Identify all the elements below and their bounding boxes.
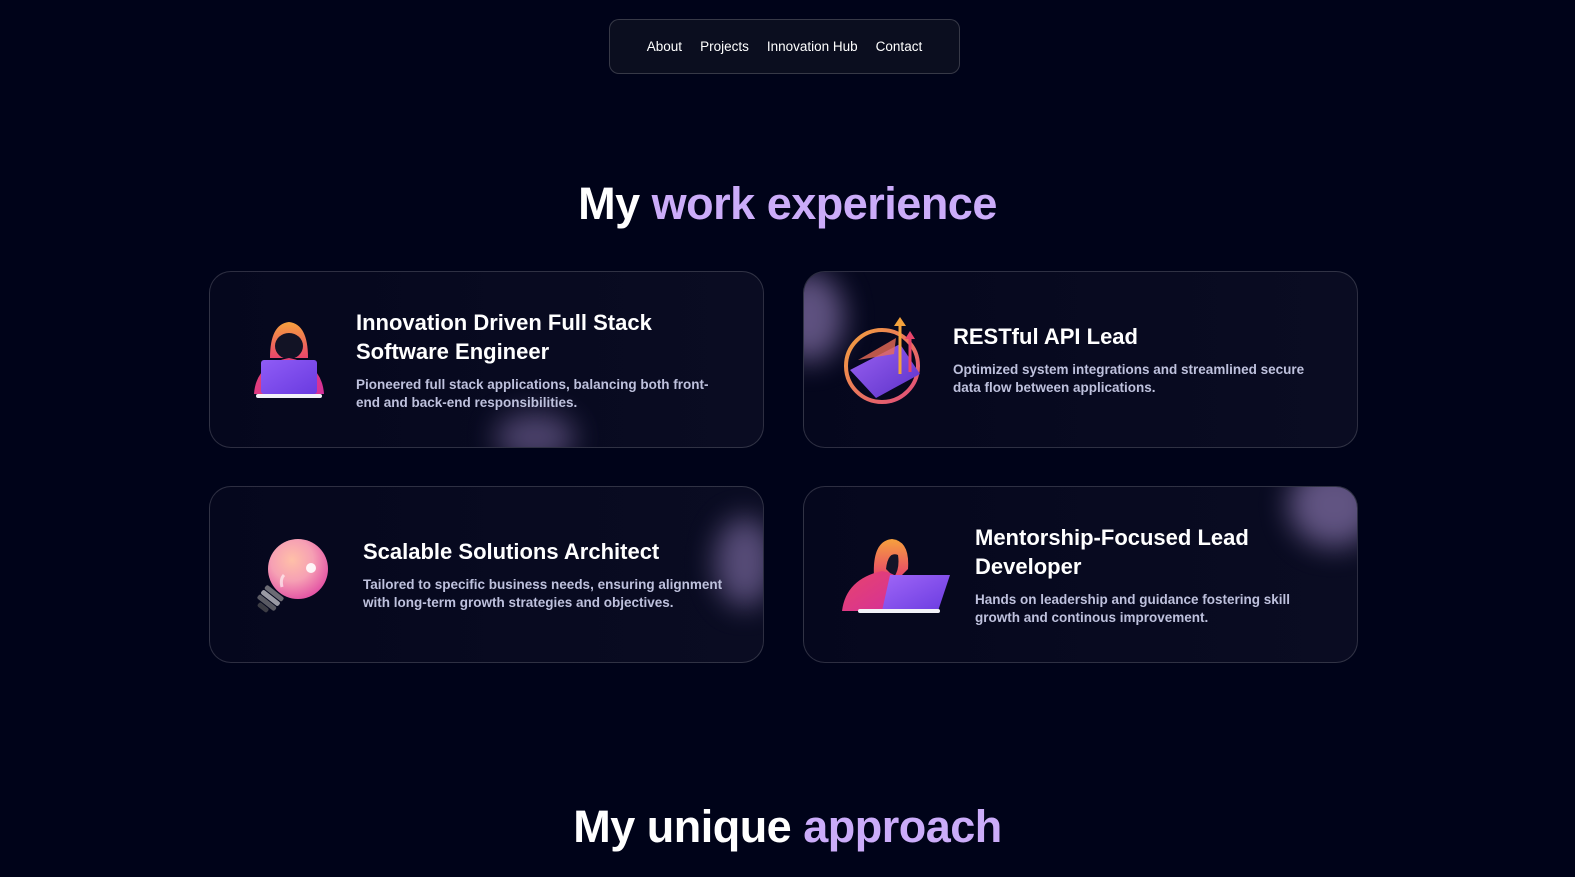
card-title: Innovation Driven Full Stack Software En… — [356, 310, 652, 364]
nav-link-projects[interactable]: Projects — [700, 39, 749, 54]
card-title: Scalable Solutions Architect — [363, 539, 660, 564]
nav-link-innovation-hub[interactable]: Innovation Hub — [767, 39, 858, 54]
hooded-developer-laptop-icon — [244, 318, 334, 407]
card-description: Pioneered full stack applications, balan… — [356, 377, 709, 410]
growth-chart-laptop-icon — [842, 314, 928, 411]
experience-card-mentorship-lead[interactable]: Mentorship-Focused Lead Developer Hands … — [803, 486, 1358, 663]
heading-plain: My unique — [573, 801, 792, 852]
work-experience-heading: My work experience — [0, 178, 1575, 230]
experience-card-solutions-architect[interactable]: Scalable Solutions Architect Tailored to… — [209, 486, 764, 663]
card-title: Mentorship-Focused Lead Developer — [975, 525, 1249, 579]
card-description: Optimized system integrations and stream… — [953, 362, 1305, 395]
nav-link-contact[interactable]: Contact — [876, 39, 923, 54]
heading-accent: approach — [803, 801, 1002, 852]
heading-accent: work experience — [651, 178, 998, 229]
card-description: Hands on leadership and guidance fosteri… — [975, 592, 1291, 625]
card-text: Innovation Driven Full Stack Software En… — [356, 308, 726, 412]
experience-card-full-stack[interactable]: Innovation Driven Full Stack Software En… — [209, 271, 764, 448]
card-text: RESTful API Lead Optimized system integr… — [953, 322, 1328, 397]
nav-link-about[interactable]: About — [647, 39, 682, 54]
card-description: Tailored to specific business needs, ens… — [363, 577, 723, 610]
card-title: RESTful API Lead — [953, 324, 1138, 349]
card-text: Scalable Solutions Architect Tailored to… — [363, 537, 723, 612]
card-glow — [804, 272, 844, 362]
top-navigation: About Projects Innovation Hub Contact — [609, 19, 960, 74]
unique-approach-heading: My unique approach — [0, 801, 1575, 853]
card-glow — [495, 412, 575, 447]
mentor-laptop-icon — [838, 533, 952, 622]
card-text: Mentorship-Focused Lead Developer Hands … — [975, 523, 1330, 627]
heading-plain: My — [578, 178, 640, 229]
experience-card-restful-api[interactable]: RESTful API Lead Optimized system integr… — [803, 271, 1358, 448]
lightbulb-icon — [252, 535, 336, 620]
